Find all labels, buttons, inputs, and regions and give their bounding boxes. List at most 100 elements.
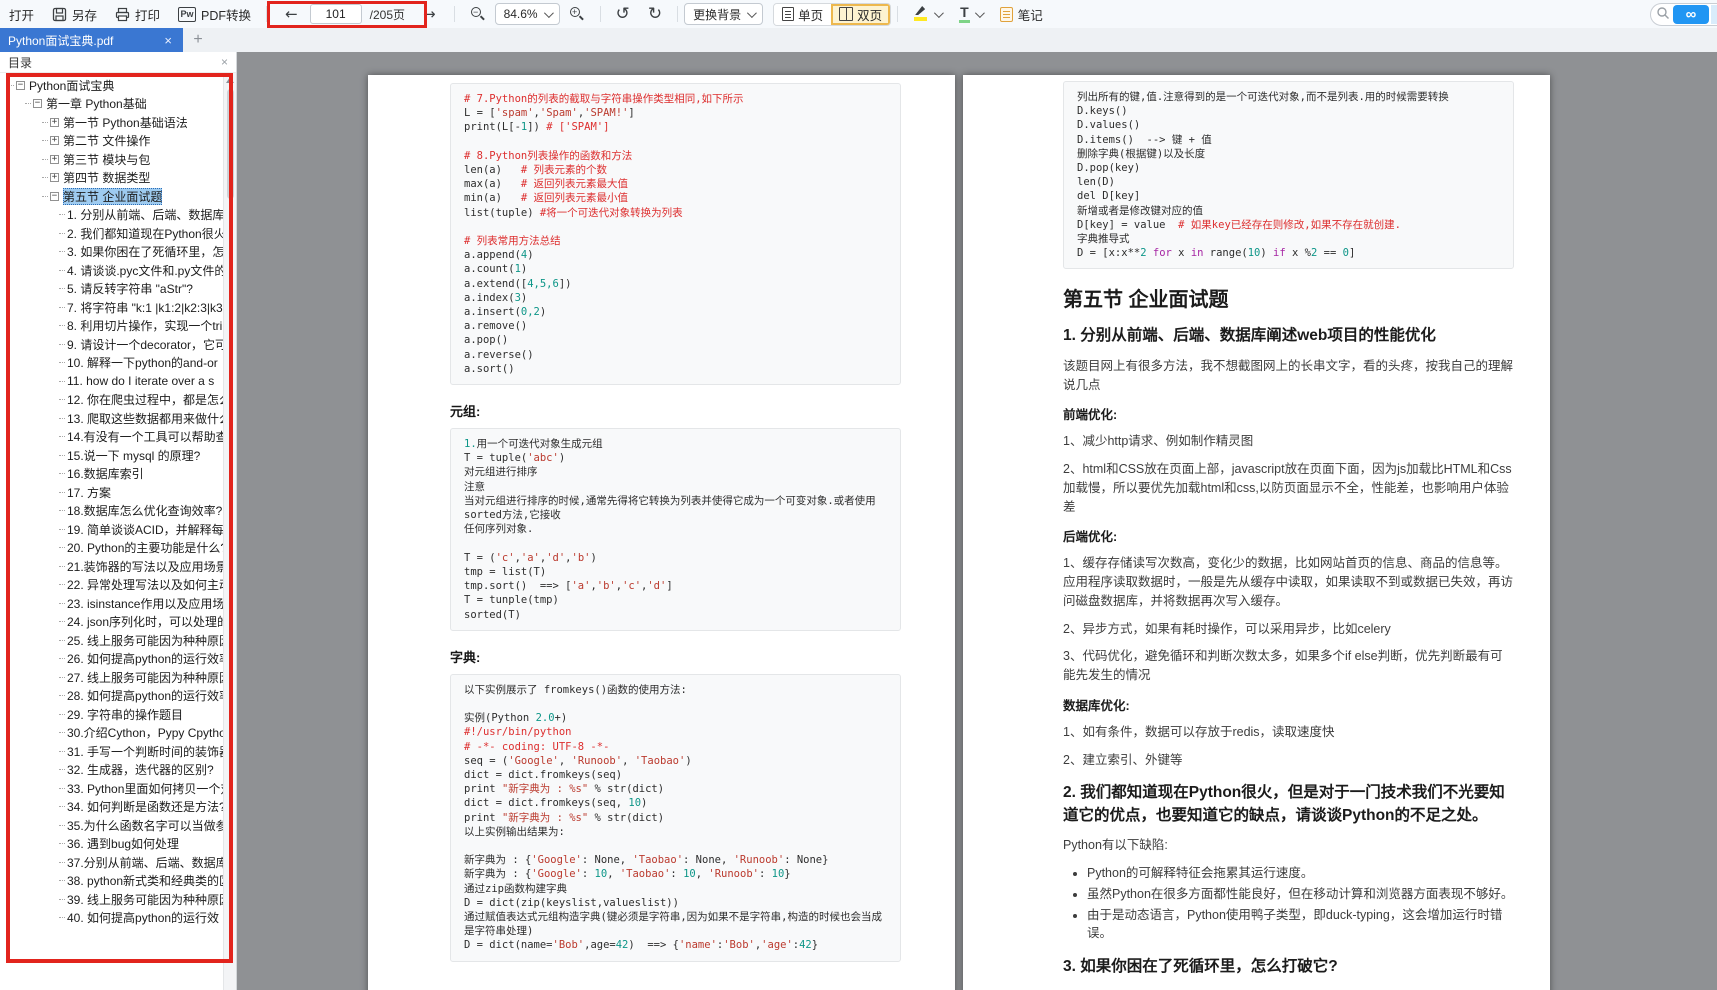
paragraph: 该题目网上有很多方法，我不想截图网上的长串文字，看的头疼，按我自己的理解说几点 [1063,357,1514,395]
paragraph: 2、html和CSS放在页面上部，javascript放在页面下面，因为js加载… [1063,460,1514,516]
toc-item-label: 8. 利用切片操作，实现一个trim [67,317,223,334]
pdf-convert-button[interactable]: Pw PDF转换 [169,2,260,26]
question-heading: 3. 如果你困在了死循环里，怎么打破它? [1063,956,1514,978]
page-number-input[interactable] [310,4,362,24]
prev-page-button[interactable]: ← [273,2,310,26]
save-icon [52,7,67,22]
code-block: 列出所有的键,值.注意得到的是一个可迭代对象,而不是列表.用的时候需要转换D.k… [1063,81,1514,269]
toc-item[interactable]: 14.有没有一个工具可以帮助查 [0,428,223,447]
toc-item[interactable]: 18.数据库怎么优化查询效率? [0,502,223,521]
expand-icon[interactable]: + [50,173,59,182]
toc-item[interactable]: 23. isinstance作用以及应用场 [0,594,223,613]
toc-item[interactable]: 29. 字符串的操作题目 [0,705,223,724]
toc-item[interactable]: +第一节 Python基础语法 [0,113,223,132]
toc-item[interactable]: −第一章 Python基础 [0,95,223,114]
toc-item[interactable]: 24. json序列化时，可以处理的 [0,613,223,632]
zoom-out-button[interactable]: − [461,2,495,26]
toc-item[interactable]: +第四节 数据类型 [0,169,223,188]
toc-item[interactable]: 7. 将字符串 "k:1 |k1:2|k2:3|k3 [0,298,223,317]
single-page-button[interactable]: 单页 [774,4,831,25]
scrollbar-thumb[interactable] [227,89,234,199]
toc-item[interactable]: 36. 遇到bug如何处理 [0,835,223,854]
toc-item[interactable]: 15.说一下 mysql 的原理? [0,446,223,465]
toc-item[interactable]: +第二节 文件操作 [0,132,223,151]
new-tab-button[interactable]: + [183,28,213,52]
search-box[interactable]: ∞ 搜 [1650,3,1717,26]
open-button[interactable]: 打开 [0,2,43,26]
infinity-badge[interactable]: ∞ [1673,5,1709,24]
toc-item[interactable]: 38. python新式类和经典类的区 [0,872,223,891]
code-line: D.items() --> 键 + 值 [1077,133,1500,147]
toc-item[interactable]: 37.分别从前端、后端、数据库 [0,853,223,872]
tree-connector [59,307,65,308]
toc-item[interactable]: 17. 方案 [0,483,223,502]
toc-item[interactable]: +第三节 模块与包 [0,150,223,169]
text-tool-button[interactable]: T [950,2,991,26]
toc-item[interactable]: 11. how do I iterate over a s [0,372,223,391]
tab-python-interview-pdf[interactable]: Python面试宝典.pdf × [0,28,183,52]
toc-item[interactable]: 31. 手写一个判断时间的装饰器 [0,742,223,761]
save-as-button[interactable]: 另存 [43,2,106,26]
toc-item[interactable]: 39. 线上服务可能因为种种原因 [0,890,223,909]
toc-item[interactable]: 19. 简单谈谈ACID，并解释每一 [0,520,223,539]
page-total-label: /205页 [370,6,405,23]
scroll-up-icon[interactable] [226,77,234,83]
single-page-label: 单页 [798,5,823,24]
expand-icon[interactable]: + [50,118,59,127]
toc-item[interactable]: 32. 生成器，迭代器的区别? [0,761,223,780]
tree-connector [42,122,48,123]
toc-item[interactable]: 22. 异常处理写法以及如何主动 [0,576,223,595]
toc-scrollbar[interactable] [223,73,236,990]
code-line: dict = dict.fromkeys(seq, 10) [464,796,887,810]
collapse-icon[interactable]: − [33,99,42,108]
toc-item[interactable]: 20. Python的主要功能是什么? [0,539,223,558]
collapse-icon[interactable]: − [16,81,25,90]
toc-item[interactable]: 30.介绍Cython，Pypy Cpytho [0,724,223,743]
toc-item[interactable]: 1. 分别从前端、后端、数据库阐 [0,206,223,225]
toc-item[interactable]: 33. Python里面如何拷贝一个对 [0,779,223,798]
double-page-button[interactable]: 双页 [831,4,890,25]
toc-item[interactable]: −第五节 企业面试题 [0,187,223,206]
double-page-label: 双页 [857,5,882,24]
toc-item[interactable]: 3. 如果你困在了死循环里，怎么 [0,243,223,262]
toc-item[interactable]: 16.数据库索引 [0,465,223,484]
collapse-icon[interactable]: − [50,192,59,201]
toc-item[interactable]: 13. 爬取这些数据都用来做什么 [0,409,223,428]
toc-item[interactable]: 26. 如何提高python的运行效率 [0,650,223,669]
toc-item[interactable]: 12. 你在爬虫过程中，都是怎么 [0,391,223,410]
toc-close-icon[interactable]: × [221,55,228,69]
change-background-dropdown[interactable]: 更换背景 [684,3,763,25]
print-button[interactable]: 打印 [106,2,169,26]
tree-connector [59,751,65,752]
redo-button[interactable]: ↻ [639,2,671,26]
toc-item[interactable]: 8. 利用切片操作，实现一个trim [0,317,223,336]
tree-connector [59,418,65,419]
highlighter-button[interactable] [904,2,950,26]
expand-icon[interactable]: + [50,136,59,145]
document-canvas[interactable]: # 7.Python的列表的截取与字符串操作类型相同,如下所示L = ['spa… [237,52,1717,990]
code-line: 通过zip函数构建字典 [464,882,887,896]
toc-item[interactable]: 2. 我们都知道现在Python很火 [0,224,223,243]
toc-item[interactable]: 27. 线上服务可能因为种种原因 [0,668,223,687]
toc-item[interactable]: 5. 请反转字符串 "aStr"? [0,280,223,299]
paragraph: Python有以下缺陷: [1063,836,1514,855]
tree-connector [59,806,65,807]
toc-item[interactable]: 10. 解释一下python的and-or [0,354,223,373]
next-page-button[interactable]: → [411,2,448,26]
toc-item[interactable]: 35.为什么函数名字可以当做参 [0,816,223,835]
toc-item-label: 19. 简单谈谈ACID，并解释每一 [67,521,223,538]
toc-item[interactable]: 40. 如何提高python的运行效 [0,909,223,928]
expand-icon[interactable]: + [50,155,59,164]
toc-item[interactable]: 25. 线上服务可能因为种种原因 [0,631,223,650]
toc-item[interactable]: 4. 请谈谈.pyc文件和.py文件的 [0,261,223,280]
toc-item[interactable]: 34. 如何判断是函数还是方法? [0,798,223,817]
toc-item[interactable]: 21.装饰器的写法以及应用场景 [0,557,223,576]
zoom-level-dropdown[interactable]: 84.6% [495,3,560,25]
undo-button[interactable]: ↺ [607,2,639,26]
toc-item[interactable]: 9. 请设计一个decorator，它可 [0,335,223,354]
toc-item[interactable]: −Python面试宝典 [0,76,223,95]
toc-item[interactable]: 28. 如何提高python的运行效率 [0,687,223,706]
notes-button[interactable]: 笔记 [991,2,1052,26]
tab-close-icon[interactable]: × [161,33,175,48]
zoom-in-button[interactable]: + [560,2,594,26]
